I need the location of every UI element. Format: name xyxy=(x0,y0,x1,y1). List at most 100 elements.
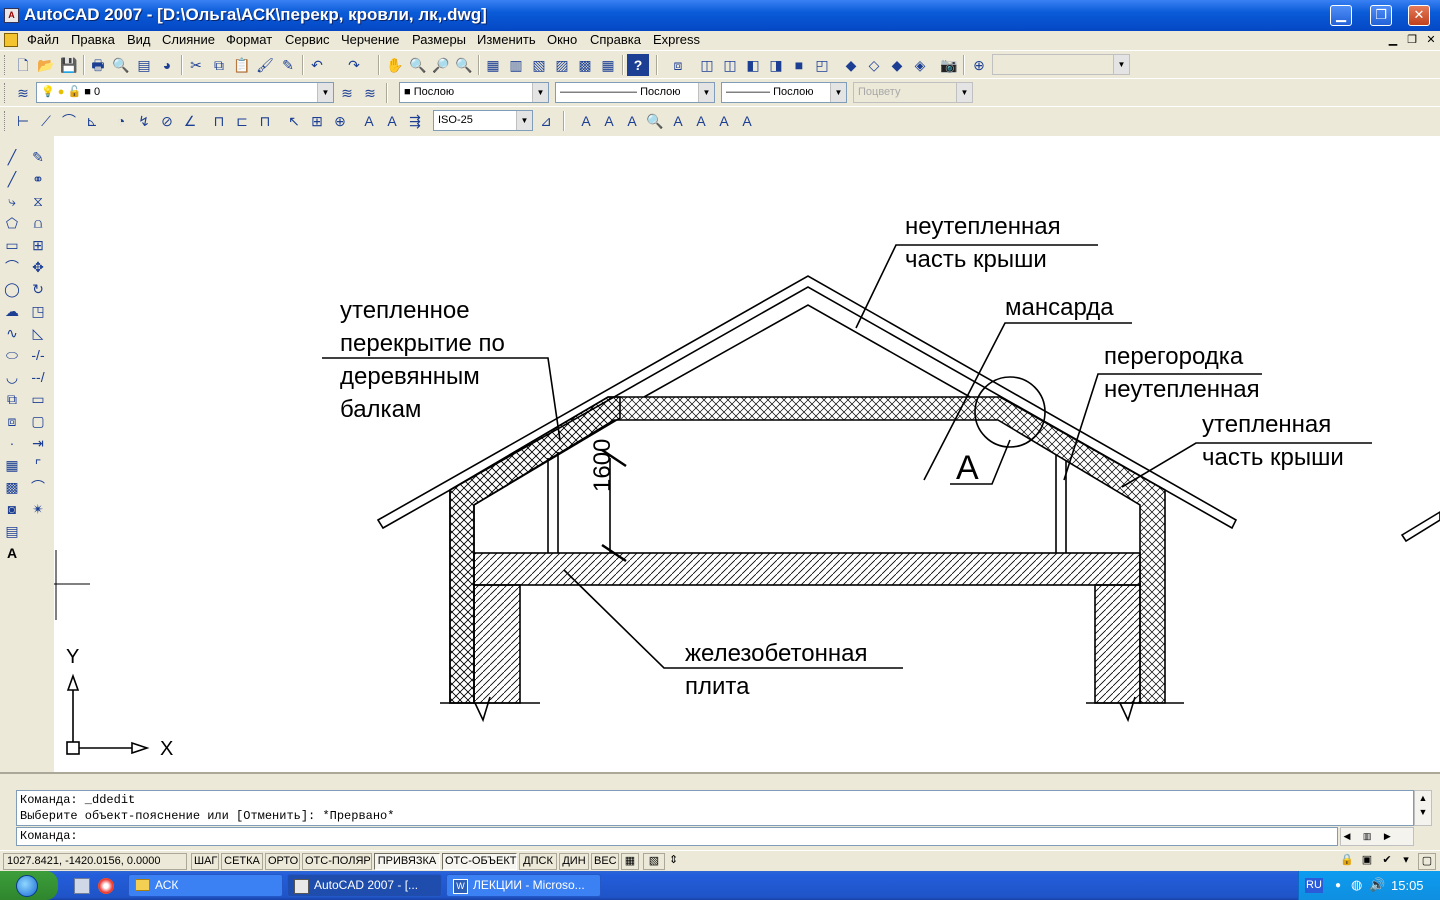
tolerance-icon[interactable]: ⊞ xyxy=(306,110,328,132)
insert-block-icon[interactable]: ⧉ xyxy=(1,388,23,410)
doc-restore-icon[interactable]: ❐ xyxy=(1405,33,1419,47)
quicklaunch-explorer-icon[interactable] xyxy=(74,878,90,894)
layer-previous-icon[interactable]: ≋ xyxy=(359,82,381,104)
coordinates-readout[interactable]: 1027.8421, -1420.0156, 0.0000 xyxy=(3,853,187,870)
leader-icon[interactable]: ↖ xyxy=(283,110,305,132)
menu-dimension[interactable]: Размеры xyxy=(412,32,466,47)
spelling-icon[interactable]: A xyxy=(667,110,689,132)
edit-text-icon[interactable]: A xyxy=(621,110,643,132)
revcloud-icon[interactable]: ☁ xyxy=(1,300,23,322)
chevron-down-icon[interactable]: ▼ xyxy=(532,83,548,102)
erase-icon[interactable]: ✎ xyxy=(27,146,49,168)
network-icon[interactable]: ● xyxy=(1335,880,1341,891)
chevron-down-icon[interactable]: ▼ xyxy=(956,83,972,102)
ellipse-icon[interactable]: ⬭ xyxy=(1,344,23,366)
move-icon[interactable]: ✥ xyxy=(27,256,49,278)
copy-icon[interactable]: ⧉ xyxy=(208,54,230,76)
validate-icon[interactable]: ✔ xyxy=(1378,853,1396,870)
markup-icon[interactable]: ▩ xyxy=(574,54,596,76)
zoom-window-icon[interactable]: 🔎 xyxy=(430,54,452,76)
menu-file[interactable]: Файл xyxy=(27,32,59,47)
autocad-app-icon[interactable]: A xyxy=(4,8,19,23)
task-ask[interactable]: АСК xyxy=(128,874,283,897)
scale-text-icon[interactable]: A xyxy=(713,110,735,132)
mtext-icon[interactable]: A xyxy=(1,542,23,564)
text-style-icon[interactable]: A xyxy=(690,110,712,132)
spline-icon[interactable]: ∿ xyxy=(1,322,23,344)
quick-dim-icon[interactable]: ⊓ xyxy=(208,110,230,132)
justify-text-icon[interactable]: A xyxy=(736,110,758,132)
offset-icon[interactable]: ⩍ xyxy=(27,212,49,234)
text-icon[interactable]: A xyxy=(598,110,620,132)
ortho-toggle[interactable]: ОРТО xyxy=(265,853,300,870)
ducs-toggle[interactable]: ДПСК xyxy=(519,853,557,870)
horizontal-scrollbar[interactable]: ◀ ▥ ▶ xyxy=(1340,827,1414,846)
region-icon[interactable]: ◙ xyxy=(1,498,23,520)
mtext-icon[interactable]: A xyxy=(575,110,597,132)
undo-icon[interactable]: ↶ xyxy=(306,54,328,76)
fillet-icon[interactable]: ⌒ xyxy=(27,476,49,498)
osnap-toggle[interactable]: ПРИВЯЗКА xyxy=(374,853,440,870)
etransmit-icon[interactable]: ◕ xyxy=(156,54,178,76)
command-input[interactable]: Команда: xyxy=(16,827,1338,846)
layer-combo[interactable]: 💡 ● 🔓 ■ 0 ▼ xyxy=(36,82,334,103)
lock-toolbar-icon[interactable]: 🔒 xyxy=(1338,853,1356,870)
dim-edit-icon[interactable]: A xyxy=(358,110,380,132)
status-arrows-icon[interactable]: ⇕ xyxy=(667,853,679,870)
arc-icon[interactable]: ⌒ xyxy=(1,256,23,278)
tool-palettes-icon[interactable]: ▧ xyxy=(528,54,550,76)
named-views-icon[interactable]: ⧈ xyxy=(667,54,689,76)
gradient-icon[interactable]: ▩ xyxy=(1,476,23,498)
quicklaunch-browser-icon[interactable] xyxy=(98,878,114,894)
lweight-toggle[interactable]: ВЕС xyxy=(591,853,619,870)
grid-toggle[interactable]: СЕТКА xyxy=(221,853,263,870)
chevron-down-icon[interactable]: ▼ xyxy=(516,111,532,130)
menu-tools[interactable]: Сервис xyxy=(285,32,330,47)
minimize-button[interactable]: ▁ xyxy=(1330,5,1352,26)
open-file-icon[interactable]: 📂 xyxy=(35,54,57,76)
start-button[interactable] xyxy=(0,871,58,900)
polyline-icon[interactable]: ⤷ xyxy=(1,190,23,212)
aligned-dim-icon[interactable]: ⟋ xyxy=(35,110,57,132)
rectangle-icon[interactable]: ▭ xyxy=(1,234,23,256)
ucs-icon[interactable]: ⊕ xyxy=(968,54,990,76)
paste-icon[interactable]: 📋 xyxy=(231,54,253,76)
linear-dim-icon[interactable]: ⊢ xyxy=(12,110,34,132)
drawing-canvas[interactable]: неутепленная часть крыши мансарда перего… xyxy=(54,136,1440,772)
array-icon[interactable]: ⊞ xyxy=(27,234,49,256)
redo-icon[interactable]: ↷ xyxy=(343,54,365,76)
calculator-icon[interactable]: ▦ xyxy=(597,54,619,76)
break-at-point-icon[interactable]: ▭ xyxy=(27,388,49,410)
left-view-icon[interactable]: ◧ xyxy=(742,54,764,76)
linetype-combo[interactable]: ——————— Послою ▼ xyxy=(555,82,715,103)
language-indicator[interactable]: RU xyxy=(1305,878,1323,893)
ordinate-dim-icon[interactable]: ⊾ xyxy=(81,110,103,132)
se-iso-icon[interactable]: ◇ xyxy=(863,54,885,76)
dimstyle-icon[interactable]: ⊿ xyxy=(535,110,557,132)
radius-dim-icon[interactable]: ◔ xyxy=(110,110,132,132)
toolbar-grip[interactable] xyxy=(4,55,7,75)
dim-text-edit-icon[interactable]: A xyxy=(381,110,403,132)
menu-express[interactable]: Express xyxy=(653,32,700,47)
plotstyle-combo[interactable]: Поцвету ▼ xyxy=(853,82,973,103)
dimstyle-combo[interactable]: ISO-25 ▼ xyxy=(433,110,533,131)
close-button[interactable]: ✕ xyxy=(1408,5,1430,26)
chamfer-icon[interactable]: ⌜ xyxy=(27,454,49,476)
chevron-down-icon[interactable]: ▼ xyxy=(698,83,714,102)
print-icon[interactable]: 🖶 xyxy=(87,54,109,76)
arc-length-icon[interactable]: ⌒ xyxy=(58,110,80,132)
menu-edit[interactable]: Правка xyxy=(71,32,115,47)
snap-toggle[interactable]: ШАГ xyxy=(191,853,219,870)
point-icon[interactable]: · xyxy=(1,432,23,454)
nw-iso-icon[interactable]: ◈ xyxy=(909,54,931,76)
stretch-icon[interactable]: ◺ xyxy=(27,322,49,344)
dyn-toggle[interactable]: ДИН xyxy=(559,853,589,870)
diameter-dim-icon[interactable]: ⊘ xyxy=(156,110,178,132)
chevron-down-icon[interactable]: ▼ xyxy=(317,83,333,102)
cad-standards-icon[interactable]: ▣ xyxy=(1358,853,1376,870)
menu-window[interactable]: Окно xyxy=(547,32,577,47)
sheet-set-icon[interactable]: ▨ xyxy=(551,54,573,76)
find-replace-icon[interactable]: 🔍 xyxy=(644,110,666,132)
menu-format[interactable]: Формат xyxy=(226,32,272,47)
polygon-icon[interactable]: ⬠ xyxy=(1,212,23,234)
